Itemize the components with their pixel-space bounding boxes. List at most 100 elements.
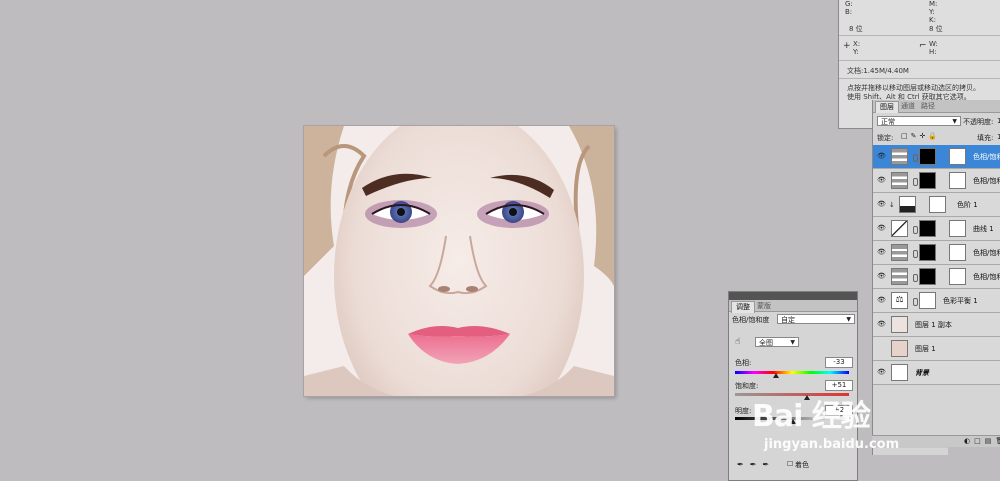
layer-row-layer1-copy[interactable]: 👁 图层 1 副本 [873,313,1000,337]
mask-thumb-white[interactable] [949,148,966,165]
layer-action-icons[interactable]: ◐□▤🗑 [964,437,1000,445]
eye-icon[interactable]: 👁 [877,248,886,256]
preset-select[interactable]: 自定 ▼ [777,314,855,324]
link-icon[interactable] [913,250,918,258]
colorize-label: 着色 [795,461,809,469]
mask-thumb-white[interactable] [949,268,966,285]
lock-label: 锁定: [877,134,894,142]
layer-name: 色彩平衡 1 [943,297,978,305]
blend-mode-select[interactable]: 正常 ▼ [877,116,961,126]
mask-thumb[interactable] [919,268,936,285]
layer-name: 色相/饱和 [973,249,1000,257]
link-icon[interactable] [913,226,918,234]
opacity-label: 不透明度: [963,118,994,126]
document-canvas[interactable] [304,126,614,396]
preset-label: 色相/饱和度 [732,316,770,324]
crosshair-icon: + [843,41,851,51]
tab-channels[interactable]: 通道 [897,101,919,112]
layers-panel: 图层 通道 路径 正常 ▼ 不透明度: 1 锁定: □✎✛🔒 填充: 1 👁 色… [872,100,1000,455]
adjustment-thumb-icon [891,244,908,261]
preset-value: 自定 [781,316,795,324]
eye-icon[interactable]: 👁 [877,224,886,232]
layer-row-background[interactable]: 👁 背景 [873,361,1000,385]
mask-thumb-white[interactable] [919,292,936,309]
eye-icon[interactable]: 👁 [877,152,886,160]
document-size: 文档:1.45M/4.40M [847,67,909,75]
adjustment-thumb-icon [891,148,908,165]
tab-paths[interactable]: 路径 [917,101,939,112]
layer-name: 色相/饱和 [973,153,1000,161]
eye-hidden-icon[interactable]: □ [877,344,885,352]
layer-name: 图层 1 副本 [915,321,952,329]
link-icon[interactable] [913,298,918,306]
layer-row-color-balance[interactable]: 👁 ⚖ 色彩平衡 1 [873,289,1000,313]
layer-name: 图层 1 [915,345,936,353]
info-g-label: G: [845,0,853,8]
mask-thumb[interactable] [919,244,936,261]
blend-mode-value: 正常 [881,118,895,126]
layers-panel-tabs: 图层 通道 路径 [873,100,1000,113]
workspace-corner [948,447,1000,481]
adjustment-thumb-icon [891,268,908,285]
eye-icon[interactable]: 👁 [877,200,886,208]
info-divider-2 [839,60,1000,61]
layer-name: 色相/饱和 [973,177,1000,185]
eye-icon[interactable]: 👁 [877,368,886,376]
hand-target-icon[interactable]: ☝ [735,337,740,347]
channel-select[interactable]: 全图 ▼ [755,337,799,347]
mask-thumb-white[interactable] [949,172,966,189]
info-y-label: Y: [929,8,935,16]
mask-thumb[interactable] [919,172,936,189]
eye-icon[interactable]: 👁 [877,176,886,184]
lightness-value[interactable]: +2 [825,405,853,416]
layer-row-hue-sat-4[interactable]: 👁 色相/饱和 [873,265,1000,289]
info-h-label: H: [929,48,937,56]
mask-thumb-white[interactable] [949,220,966,237]
channel-value: 全图 [759,339,773,347]
hue-slider-track[interactable] [735,371,849,374]
tab-layers[interactable]: 图层 [875,101,899,113]
layer-name: 色相/饱和 [973,273,1000,281]
eye-icon[interactable]: 👁 [877,296,886,304]
eyedropper-icons[interactable]: ✒✒✒ [737,460,775,469]
link-icon[interactable] [913,178,918,186]
eye-icon[interactable]: 👁 [877,272,886,280]
lock-icons[interactable]: □✎✛🔒 [901,132,940,140]
eye-icon[interactable]: 👁 [877,320,886,328]
lightness-slider-knob[interactable] [790,419,797,424]
layer-row-hue-sat-1[interactable]: 👁 色相/饱和 [873,145,1000,169]
balance-thumb-icon: ⚖ [891,292,908,309]
hue-label: 色相: [735,359,752,367]
adjustments-titlebar[interactable] [729,292,857,300]
mask-thumb[interactable] [919,148,936,165]
info-m-label: M: [929,0,938,8]
background-thumb [891,364,908,381]
link-icon[interactable] [913,154,918,162]
info-bits-left: 8 位 [849,25,863,33]
levels-thumb-icon [899,196,916,213]
info-bits-right: 8 位 [929,25,943,33]
layer-row-hue-sat-2[interactable]: 👁 色相/饱和 [873,169,1000,193]
mask-thumb[interactable] [919,220,936,237]
photo-thumb [891,340,908,357]
hue-slider-knob[interactable] [773,373,780,378]
saturation-value[interactable]: +51 [825,380,853,391]
hue-value[interactable]: -33 [825,357,853,368]
layer-row-hue-sat-3[interactable]: 👁 色相/饱和 [873,241,1000,265]
info-w-label: W: [929,40,938,48]
tab-masks[interactable]: 蒙版 [753,301,775,312]
layer-row-levels[interactable]: 👁 ↓ 色阶 1 [873,193,1000,217]
saturation-slider-track[interactable] [735,393,849,396]
layer-row-curves[interactable]: 👁 曲线 1 [873,217,1000,241]
saturation-slider-knob[interactable] [803,395,810,400]
fill-label: 填充: [977,134,994,142]
link-icon[interactable] [913,274,918,282]
chevron-down-icon: ▼ [790,339,795,346]
tab-adjustments[interactable]: 调整 [731,301,755,313]
lightness-label: 明度: [735,407,752,415]
colorize-checkbox[interactable]: ☐ [787,460,793,468]
info-y2-label: Y: [853,48,859,56]
mask-thumb-white[interactable] [929,196,946,213]
mask-thumb-white[interactable] [949,244,966,261]
layer-row-layer1[interactable]: □ 图层 1 [873,337,1000,361]
